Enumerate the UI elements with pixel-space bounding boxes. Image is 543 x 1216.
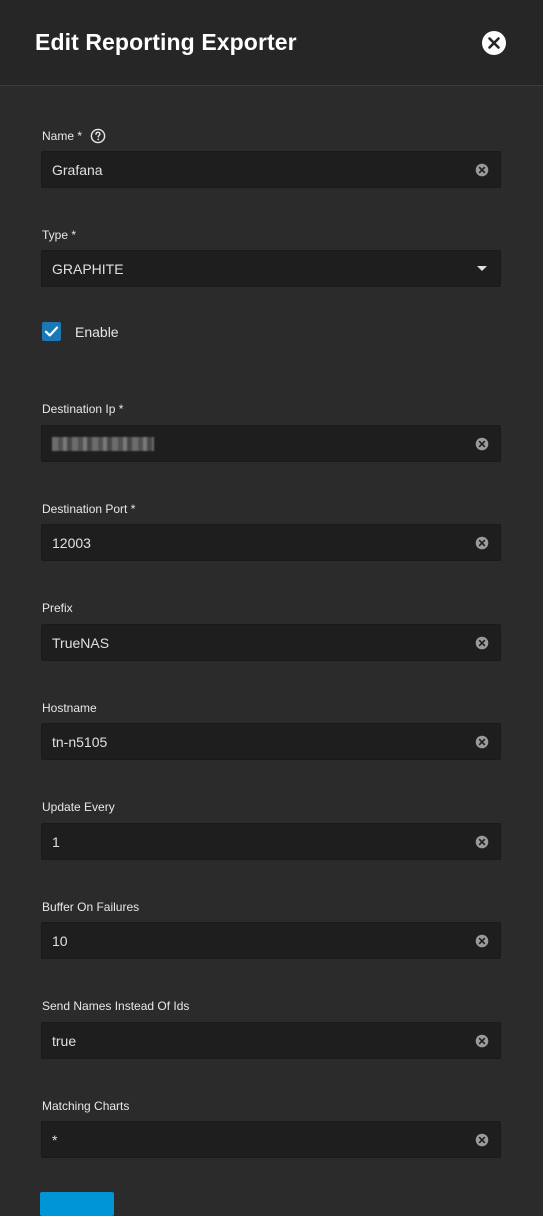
- prefix-input[interactable]: TrueNAS: [41, 624, 501, 661]
- hostname-label-text: Hostname: [42, 701, 97, 715]
- update-every-label: Update Every: [42, 800, 115, 814]
- clear-icon[interactable]: [475, 835, 489, 849]
- hostname-input[interactable]: tn-n5105: [41, 723, 501, 760]
- clear-icon[interactable]: [475, 1034, 489, 1048]
- destination-ip-input[interactable]: [41, 425, 501, 462]
- send-names-label-text: Send Names Instead Of Ids: [42, 999, 190, 1013]
- buffer-on-failures-label: Buffer On Failures: [42, 900, 139, 914]
- prefix-value: TrueNAS: [52, 635, 110, 651]
- clear-icon[interactable]: [475, 1133, 489, 1147]
- clear-icon[interactable]: [475, 163, 489, 177]
- clear-icon[interactable]: [475, 536, 489, 550]
- buffer-on-failures-input[interactable]: 10: [41, 922, 501, 959]
- destination-port-label-text: Destination Port *: [42, 502, 136, 516]
- name-input[interactable]: Grafana: [41, 151, 501, 188]
- save-button[interactable]: [40, 1192, 114, 1216]
- type-select[interactable]: GRAPHITE: [41, 250, 501, 287]
- update-every-input[interactable]: 1: [41, 823, 501, 860]
- buffer-on-failures-label-text: Buffer On Failures: [42, 900, 140, 914]
- prefix-label-text: Prefix: [42, 601, 73, 615]
- update-every-label-text: Update Every: [42, 800, 115, 814]
- matching-charts-label: Matching Charts: [42, 1099, 129, 1113]
- hostname-label: Hostname: [42, 701, 97, 715]
- send-names-value: true: [52, 1033, 77, 1049]
- close-icon: [488, 37, 500, 49]
- matching-charts-input[interactable]: *: [41, 1121, 501, 1158]
- matching-charts-value: *: [52, 1132, 58, 1148]
- hostname-value: tn-n5105: [52, 734, 108, 750]
- type-label: Type *: [42, 228, 76, 242]
- type-label-text: Type *: [42, 228, 77, 242]
- name-value: Grafana: [52, 162, 103, 178]
- send-names-input[interactable]: true: [41, 1022, 501, 1059]
- redacted-value: [52, 437, 154, 451]
- destination-port-value: 12003: [52, 535, 91, 551]
- enable-checkbox[interactable]: [42, 322, 61, 341]
- name-label: Name *: [42, 128, 106, 144]
- destination-port-label: Destination Port *: [42, 502, 135, 516]
- destination-port-input[interactable]: 12003: [41, 524, 501, 561]
- enable-row: Enable: [42, 322, 119, 341]
- type-value: GRAPHITE: [52, 261, 124, 277]
- clear-icon[interactable]: [475, 735, 489, 749]
- clear-icon[interactable]: [475, 934, 489, 948]
- buffer-on-failures-value: 10: [52, 933, 68, 949]
- dialog-title: Edit Reporting Exporter: [35, 29, 297, 55]
- clear-icon[interactable]: [475, 437, 489, 451]
- dropdown-arrow-icon: [477, 266, 487, 271]
- matching-charts-label-text: Matching Charts: [42, 1099, 130, 1113]
- prefix-label: Prefix: [42, 601, 73, 615]
- name-label-text: Name *: [42, 129, 83, 143]
- clear-icon[interactable]: [475, 636, 489, 650]
- destination-ip-label: Destination Ip *: [42, 402, 123, 416]
- dialog-header: Edit Reporting Exporter: [0, 0, 543, 86]
- update-every-value: 1: [52, 834, 60, 850]
- destination-ip-label-text: Destination Ip *: [42, 402, 124, 416]
- close-button[interactable]: [482, 31, 506, 55]
- help-icon[interactable]: [90, 128, 106, 144]
- checkmark-icon: [44, 326, 59, 337]
- enable-label: Enable: [75, 323, 119, 340]
- send-names-label: Send Names Instead Of Ids: [42, 999, 189, 1013]
